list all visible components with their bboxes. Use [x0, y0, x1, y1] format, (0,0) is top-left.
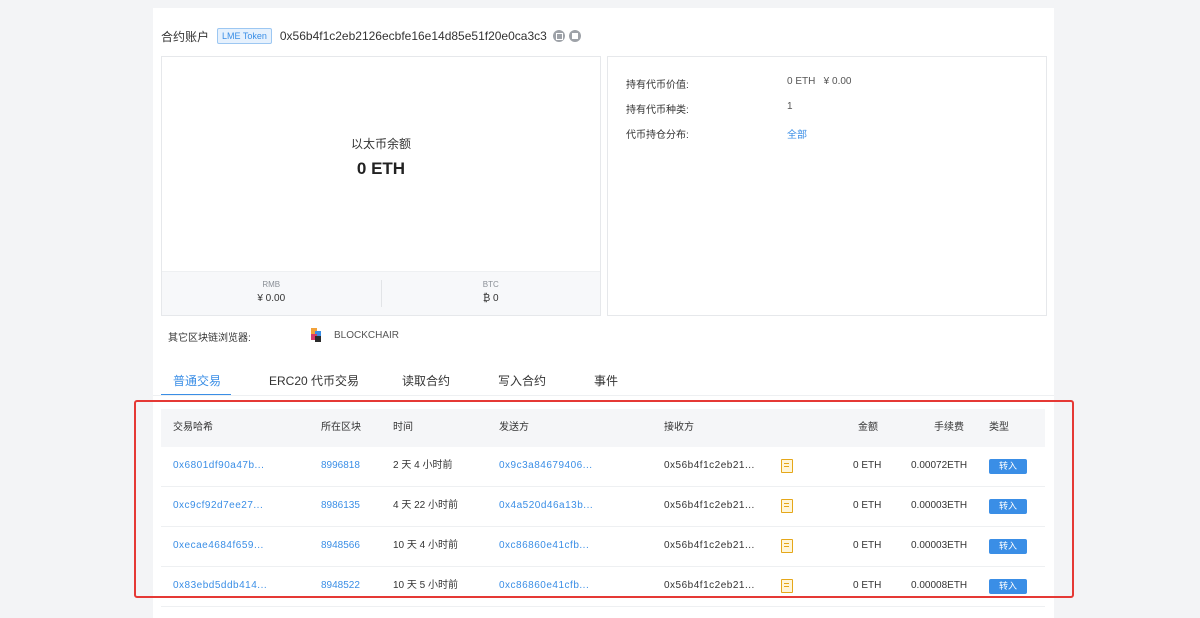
header-time: 时间 — [393, 422, 413, 433]
tab-divider — [153, 395, 1054, 396]
account-type-title: 合约账户 — [161, 29, 210, 44]
header-hash: 交易哈希 — [173, 422, 213, 433]
tx-hash-link[interactable]: 0x83ebd5ddb414... — [173, 567, 267, 605]
header-fee: 手续费 — [934, 422, 964, 433]
to-address: 0x56b4f1c2eb21... — [664, 540, 755, 551]
block-link[interactable]: 8986135 — [321, 487, 360, 525]
table-row: 0x83ebd5ddb414... 8948522 10 天 5 小时前 0xc… — [161, 567, 1045, 607]
token-distribution-link[interactable]: 全部 — [787, 126, 807, 141]
eth-balance-label: 以太币余额 — [350, 137, 411, 151]
block-link[interactable]: 8948566 — [321, 527, 360, 565]
rmb-cell: RMB ¥ 0.00 — [162, 272, 381, 315]
token-badge[interactable]: LME Token — [217, 28, 272, 44]
to-address: 0x56b4f1c2eb21... — [664, 460, 755, 471]
blockchair-label: BLOCKCHAIR — [334, 329, 400, 341]
token-kinds-value: 1 — [787, 101, 793, 112]
header-to: 接收方 — [664, 422, 694, 433]
table-row: 0xc9cf92d7ee27... 8986135 4 天 22 小时前 0x4… — [161, 487, 1045, 527]
token-kinds-label: 持有代币种类: — [626, 105, 689, 116]
token-holdings-card: 持有代币价值: 0 ETH ¥ 0.00 持有代币种类: 1 代币持仓分布: 全… — [607, 56, 1047, 316]
balance-conversions: RMB ¥ 0.00 BTC ₿ 0 — [162, 271, 600, 315]
blockchair-logo-icon — [311, 328, 322, 342]
token-value: 0 ETH ¥ 0.00 — [787, 76, 852, 87]
btc-value: ₿ 0 — [482, 293, 499, 304]
tx-amount: 0 ETH — [853, 540, 882, 551]
blockchair-link[interactable]: BLOCKCHAIR — [311, 328, 399, 342]
other-explorers-label: 其它区块链浏览器: — [168, 333, 251, 344]
tab-bar: 普通交易 ERC20 代币交易 读取合约 写入合约 事件 — [153, 364, 1054, 396]
to-address: 0x56b4f1c2eb21... — [664, 500, 755, 511]
contract-address: 0x56b4f1c2eb2126ecbfe16e14d85e51f20e0ca3… — [279, 29, 547, 43]
rmb-label: RMB — [262, 280, 281, 289]
block-link[interactable]: 8996818 — [321, 447, 360, 485]
btc-label: BTC — [482, 280, 499, 289]
block-link[interactable]: 8948522 — [321, 567, 360, 605]
from-address-link[interactable]: 0xc86860e41cfb... — [499, 527, 589, 565]
contract-icon — [781, 459, 793, 473]
token-kinds-row: 持有代币种类: 1 — [626, 101, 793, 116]
tab-erc20-transactions[interactable]: ERC20 代币交易 — [269, 372, 359, 389]
tx-hash-link[interactable]: 0xecae4684f659... — [173, 527, 264, 565]
header-block: 所在区块 — [321, 422, 361, 433]
contract-account-panel: 合约账户 LME Token 0x56b4f1c2eb2126ecbfe16e1… — [153, 8, 1054, 618]
rmb-value: ¥ 0.00 — [257, 293, 286, 304]
tx-amount: 0 ETH — [853, 500, 882, 511]
tab-read-contract[interactable]: 读取合约 — [402, 372, 450, 389]
token-value-label: 持有代币价值: — [626, 80, 689, 91]
header-from: 发送方 — [499, 422, 529, 433]
tx-fee: 0.00072ETH — [911, 460, 968, 471]
from-address-link[interactable]: 0x4a520d46a13b... — [499, 487, 593, 525]
transactions-table: 交易哈希 所在区块 时间 发送方 接收方 金额 手续费 类型 0x6801df9… — [161, 409, 1045, 607]
qrcode-icon[interactable] — [568, 30, 581, 42]
token-value-row: 持有代币价值: 0 ETH ¥ 0.00 — [626, 76, 851, 91]
contract-icon — [781, 499, 793, 513]
tx-type-badge: 转入 — [989, 539, 1027, 554]
contract-icon — [781, 579, 793, 593]
header-amount: 金额 — [858, 422, 878, 433]
token-distribution-label: 代币持仓分布: — [626, 130, 689, 141]
tx-type-badge: 转入 — [989, 459, 1027, 474]
eth-balance-card: 以太币余额 0 ETH RMB ¥ 0.00 BTC ₿ 0 — [161, 56, 601, 316]
table-row: 0xecae4684f659... 8948566 10 天 4 小时前 0xc… — [161, 527, 1045, 567]
table-row: 0x6801df90a47b... 8996818 2 天 4 小时前 0x9c… — [161, 447, 1045, 487]
btc-cell: BTC ₿ 0 — [380, 280, 601, 307]
tx-type-badge: 转入 — [989, 499, 1027, 514]
tx-amount: 0 ETH — [853, 460, 882, 471]
from-address-link[interactable]: 0x9c3a84679406... — [499, 447, 593, 485]
tx-hash-link[interactable]: 0x6801df90a47b... — [173, 447, 264, 485]
token-distribution-row: 代币持仓分布: 全部 — [626, 126, 807, 141]
to-address: 0x56b4f1c2eb21... — [664, 580, 755, 591]
tab-events[interactable]: 事件 — [594, 372, 618, 389]
contract-icon — [781, 539, 793, 553]
tx-fee: 0.00008ETH — [911, 580, 968, 591]
tab-normal-transactions[interactable]: 普通交易 — [173, 372, 221, 389]
tx-type-badge: 转入 — [989, 579, 1027, 594]
eth-balance-value: 0 ETH — [356, 159, 406, 178]
tx-hash-link[interactable]: 0xc9cf92d7ee27... — [173, 487, 263, 525]
tx-amount: 0 ETH — [853, 580, 882, 591]
tx-time: 10 天 5 小时前 — [393, 580, 459, 591]
copy-icon[interactable] — [552, 30, 565, 42]
tx-time: 2 天 4 小时前 — [393, 460, 453, 471]
tx-fee: 0.00003ETH — [911, 500, 968, 511]
tx-fee: 0.00003ETH — [911, 540, 968, 551]
table-header: 交易哈希 所在区块 时间 发送方 接收方 金额 手续费 类型 — [161, 409, 1045, 447]
tx-time: 10 天 4 小时前 — [393, 540, 459, 551]
tx-time: 4 天 22 小时前 — [393, 500, 459, 511]
tab-write-contract[interactable]: 写入合约 — [498, 372, 546, 389]
from-address-link[interactable]: 0xc86860e41cfb... — [499, 567, 589, 605]
account-header: 合约账户 LME Token 0x56b4f1c2eb2126ecbfe16e1… — [161, 26, 585, 46]
header-type: 类型 — [989, 422, 1009, 433]
